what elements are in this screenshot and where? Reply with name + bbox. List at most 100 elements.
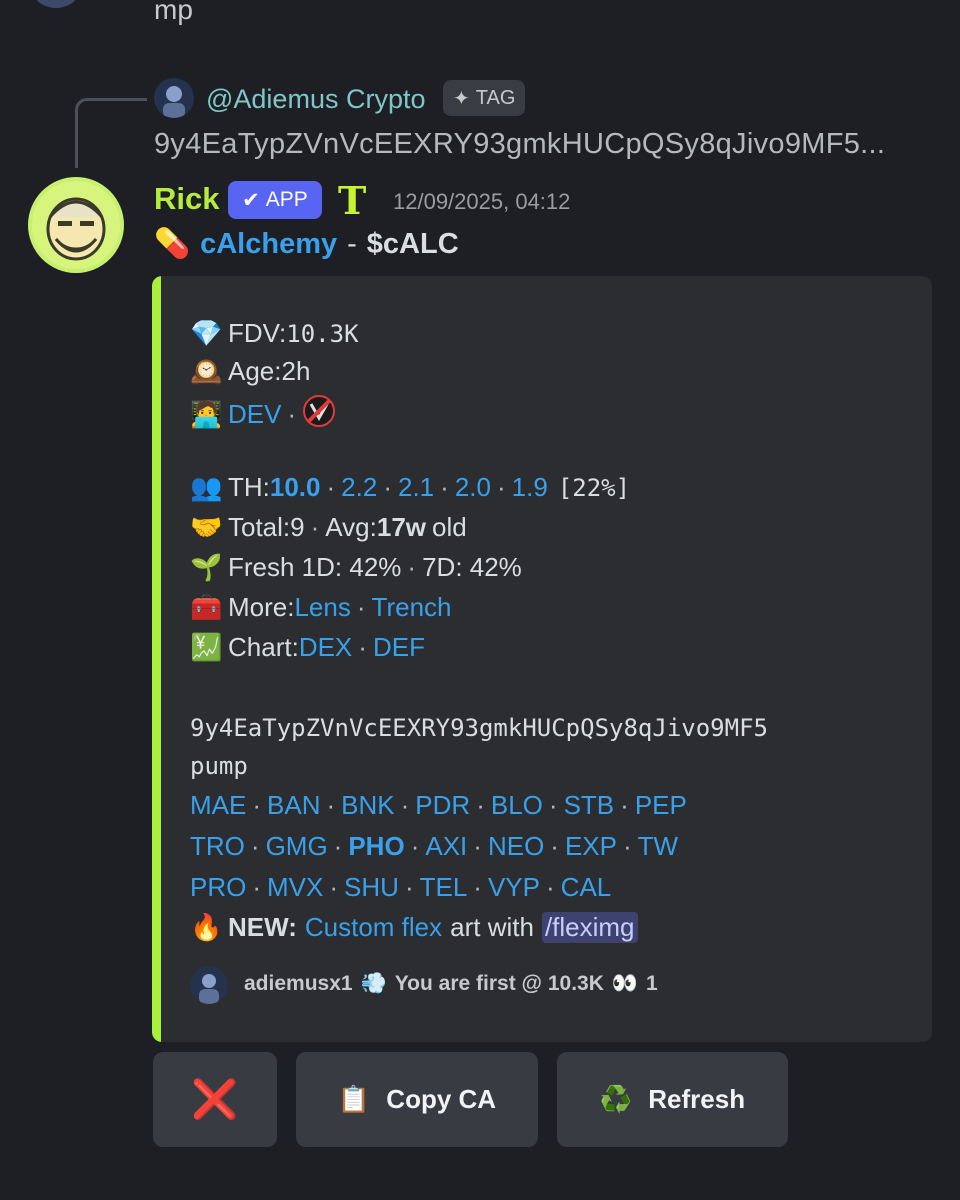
platform-link[interactable]: CAL — [561, 872, 612, 903]
tag-label: TAG — [475, 86, 516, 109]
total-separator: · — [310, 512, 320, 542]
holder-value-link[interactable]: 2.1 — [398, 472, 434, 503]
refresh-button[interactable]: ♻️ Refresh — [557, 1052, 788, 1147]
fleximg-command[interactable]: /fleximg — [541, 912, 638, 943]
toolbox-icon: 🧰 — [190, 592, 223, 622]
platform-link[interactable]: PRO — [190, 872, 246, 903]
platform-link[interactable]: TRO — [190, 831, 245, 862]
platform-link[interactable]: PEP — [635, 790, 687, 821]
fdv-label: FDV: — [228, 318, 287, 348]
reply-preview-text[interactable]: 9y4EaTypZVnVcEEXRY93gmkHUCpQSy8qJivo9MF5… — [154, 128, 885, 161]
refresh-label: Refresh — [648, 1084, 746, 1114]
server-tag-badge[interactable]: ✦ TAG — [443, 80, 526, 116]
holder-value-link[interactable]: 1.9 — [512, 472, 548, 503]
platform-separator: · — [326, 790, 336, 820]
checkmark-icon: ✔ — [242, 188, 260, 212]
previous-message-text: mp — [154, 0, 193, 25]
no-entry-icon[interactable] — [302, 394, 336, 435]
token-separator: - — [347, 227, 357, 260]
platform-link[interactable]: PHO — [348, 831, 404, 862]
close-icon: ❌ — [191, 1078, 239, 1121]
dex-link[interactable]: DEX — [299, 632, 352, 663]
token-title: 💊 cAlchemy - $cALC — [154, 227, 459, 261]
more-label: More: — [228, 592, 295, 622]
platform-separator: · — [473, 831, 482, 861]
more-line: 🧰 More: Lens · Trench — [190, 592, 452, 623]
dev-line: 🧑‍💻 DEV · — [190, 394, 336, 435]
token-ticker: $cALC — [366, 227, 459, 260]
platform-link[interactable]: SHU — [344, 872, 399, 903]
age-line: 🕰️ Age: 2h — [190, 356, 310, 387]
chart-line: 💹 Chart: DEX · DEF — [190, 632, 425, 663]
top-holders-line: 👥 TH: 10.0 · 2.2 · 2.1 · 2.0 · 1.9 [22%] — [190, 472, 630, 503]
reply-avatar[interactable] — [154, 78, 194, 118]
platform-link[interactable]: NEO — [488, 831, 544, 862]
platform-link[interactable]: PDR — [415, 790, 470, 821]
platform-separator: · — [400, 790, 410, 820]
total-value: 9 — [290, 512, 305, 542]
platform-link[interactable]: BNK — [341, 790, 394, 821]
contract-address-suffix[interactable]: pump — [190, 752, 248, 780]
dev-link[interactable]: DEV — [228, 399, 281, 430]
platform-row-1: MAE · BAN · BNK · PDR · BLO · STB · PEP — [190, 790, 687, 821]
author-avatar[interactable] — [28, 177, 124, 273]
fresh-separator: · — [407, 552, 417, 582]
platform-link[interactable]: BLO — [491, 790, 543, 821]
avg-value: 17w — [376, 512, 427, 542]
platform-link[interactable]: EXP — [565, 831, 617, 862]
dismiss-button[interactable]: ❌ — [153, 1052, 277, 1147]
holder-separator: · — [496, 472, 506, 502]
holder-value-link[interactable]: 2.0 — [455, 472, 491, 503]
def-link[interactable]: DEF — [373, 632, 425, 663]
platform-separator: · — [550, 831, 559, 861]
platform-link[interactable]: GMG — [266, 831, 328, 862]
footer-status: You are first @ 10.3K — [394, 972, 604, 995]
chart-yen-icon: 💹 — [190, 632, 223, 662]
clock-icon: 🕰️ — [190, 356, 223, 386]
platform-separator: · — [252, 790, 262, 820]
th-percent: [22%] — [557, 473, 631, 502]
tag-diamond-icon: ✦ — [453, 87, 470, 110]
platform-link[interactable]: MVX — [267, 872, 323, 903]
previous-avatar[interactable] — [28, 0, 84, 8]
platform-separator: · — [329, 872, 339, 902]
trench-link[interactable]: Trench — [372, 592, 452, 623]
platform-row-2: TRO · GMG · PHO · AXI · NEO · EXP · TW — [190, 831, 678, 862]
token-name-link[interactable]: cAlchemy — [200, 228, 337, 261]
platform-separator: · — [473, 872, 482, 902]
chart-separator: · — [358, 632, 367, 662]
token-embed: 💎 FDV: 10.3K 🕰️ Age: 2h 🧑‍💻 DEV · 👥 TH: … — [152, 276, 932, 1042]
embed-footer: adiemusx1 💨 You are first @ 10.3K 👀 1 — [244, 972, 658, 996]
platform-link[interactable]: MAE — [190, 790, 246, 821]
holder-value-link[interactable]: 2.2 — [341, 472, 377, 503]
new-middle-text: art with — [450, 912, 534, 942]
holder-value-link[interactable]: 10.0 — [270, 472, 321, 503]
platform-separator: · — [410, 831, 420, 861]
platform-link[interactable]: TEL — [420, 872, 468, 903]
contract-address[interactable]: 9y4EaTypZVnVcEEXRY93gmkHUCpQSy8qJivo9MF5 — [190, 714, 768, 742]
author-name[interactable]: Rick — [154, 181, 219, 217]
platform-link[interactable]: VYP — [488, 872, 540, 903]
clipboard-icon: 📋 — [337, 1084, 371, 1114]
platform-link[interactable]: BAN — [267, 790, 320, 821]
custom-flex-link[interactable]: Custom flex — [305, 912, 442, 943]
fresh-7d: 7D: 42% — [422, 552, 522, 582]
platform-separator: · — [548, 790, 558, 820]
footer-username: adiemusx1 — [244, 972, 353, 995]
dash-icon: 💨 — [360, 972, 387, 995]
platform-separator: · — [476, 790, 485, 820]
eyes-icon: 👀 — [611, 972, 639, 995]
platform-link[interactable]: TW — [638, 831, 678, 862]
lens-link[interactable]: Lens — [294, 592, 350, 623]
fire-icon: 🔥 — [190, 912, 223, 942]
platform-row-3: PRO · MVX · SHU · TEL · VYP · CAL — [190, 872, 611, 903]
footer-avatar — [190, 966, 228, 1004]
platform-link[interactable]: STB — [564, 790, 615, 821]
platform-separator: · — [250, 831, 260, 861]
copy-ca-button[interactable]: 📋 Copy CA — [296, 1052, 538, 1147]
reply-author-name[interactable]: @Adiemus Crypto — [206, 84, 425, 115]
platform-link[interactable]: AXI — [425, 831, 467, 862]
age-value: 2h — [281, 356, 311, 386]
technologist-icon: 🧑‍💻 — [190, 399, 223, 429]
age-label: Age: — [228, 356, 282, 386]
